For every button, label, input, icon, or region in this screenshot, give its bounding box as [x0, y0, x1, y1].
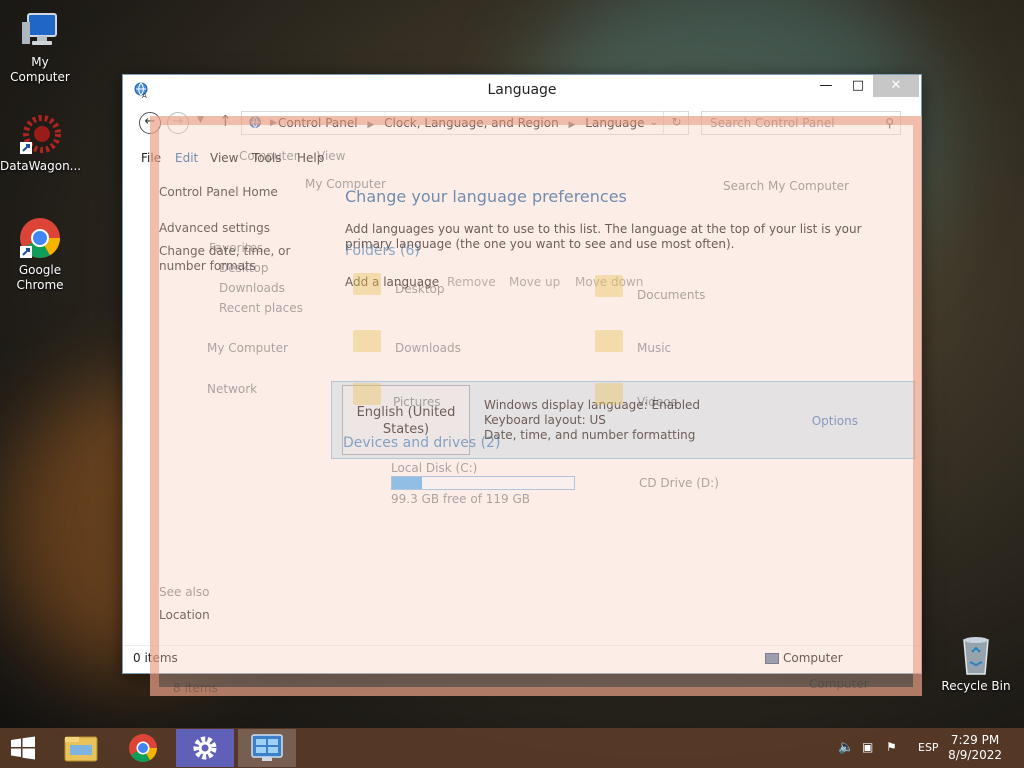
taskbar-settings[interactable] — [176, 729, 234, 767]
computer-icon — [765, 653, 779, 664]
link-advanced-settings[interactable]: Advanced settings — [159, 221, 329, 236]
status-bar: 0 items Computer — [123, 645, 921, 669]
language-name: English (United States) — [342, 385, 470, 455]
taskbar-chrome[interactable] — [114, 729, 172, 767]
menu-edit[interactable]: Edit — [171, 149, 202, 167]
start-button[interactable] — [8, 736, 38, 760]
move-up-button[interactable]: Move up — [509, 275, 560, 289]
back-arrow-icon[interactable]: ← — [139, 112, 161, 134]
status-location: Computer — [765, 651, 843, 665]
menu-view[interactable]: View — [206, 149, 242, 167]
search-icon[interactable]: ⚲ — [885, 112, 894, 134]
control-panel-icon — [251, 734, 283, 761]
window-title: Language — [487, 82, 557, 98]
desktop-icon-label: Google Chrome — [16, 263, 64, 292]
close-button[interactable]: ✕ — [873, 75, 919, 97]
status-item-count: 0 items — [133, 651, 178, 665]
link-change-date-time-formats[interactable]: Change date, time, or number formats — [159, 244, 327, 274]
action-center-flag-icon[interactable]: ⚑ — [886, 740, 897, 754]
remove-button[interactable]: Remove — [447, 275, 496, 289]
breadcrumb-separator-icon: ▶ — [367, 120, 375, 130]
breadcrumb-separator-icon: ▶ — [270, 118, 277, 128]
clock-time: 7:29 PM — [950, 733, 1000, 747]
network-icon[interactable]: ▣ — [862, 740, 873, 754]
main-content: Change your language preferences Add lan… — [331, 187, 915, 459]
search-input[interactable]: Search Control Panel ⚲ — [701, 111, 901, 135]
computer-icon — [18, 8, 62, 52]
recent-locations-chevron-icon[interactable]: ▼ — [197, 115, 204, 125]
refresh-icon[interactable]: ↻ — [663, 111, 689, 135]
menu-file[interactable]: File — [137, 149, 165, 167]
desktop-icon-label: DataWagon... — [0, 159, 82, 173]
desktop-icon-my-computer[interactable]: My Computer — [0, 8, 80, 85]
breadcrumb-language[interactable]: Language — [585, 116, 644, 130]
link-control-panel-home[interactable]: Control Panel Home — [159, 185, 329, 200]
search-placeholder: Search Control Panel — [710, 116, 835, 130]
language-window: A Language — □ ✕ ← → ▼ ↑ ▶ Control Panel… — [122, 74, 922, 674]
see-also-label: See also — [159, 585, 210, 599]
date-time-formatting: Date, time, and number formatting — [484, 428, 696, 442]
options-link[interactable]: Options — [812, 414, 858, 428]
menu-bar: File Edit View Tools Help — [123, 147, 921, 169]
file-explorer-icon — [64, 736, 98, 762]
desktop-icon-label: My Computer — [10, 55, 70, 84]
move-down-button[interactable]: Move down — [575, 275, 643, 289]
datawagon-icon — [18, 112, 62, 156]
volume-muted-icon[interactable]: 🔈 — [838, 740, 854, 755]
display-language-status: Windows display language: Enabled — [484, 398, 701, 412]
desktop-icon-label: Recycle Bin — [941, 679, 1011, 693]
control-panel-icon — [249, 116, 261, 128]
gear-icon — [193, 736, 217, 760]
chrome-icon — [18, 216, 62, 260]
page-heading: Change your language preferences — [345, 187, 627, 206]
up-arrow-icon[interactable]: ↑ — [219, 112, 232, 130]
ghost-status-items: 8 items — [173, 681, 218, 695]
taskbar: 🔈 ▣ ⚑ ESP 7:29 PM 8/9/2022 — [0, 728, 1024, 768]
desktop-icon-google-chrome[interactable]: Google Chrome — [0, 216, 80, 293]
clock-date: 8/9/2022 — [948, 748, 1002, 762]
address-dropdown-chevron-icon[interactable]: ⌄ — [650, 112, 658, 134]
menu-help[interactable]: Help — [293, 149, 328, 167]
windows-logo-icon — [11, 736, 35, 760]
breadcrumb-clock-language-region[interactable]: Clock, Language, and Region — [384, 116, 559, 130]
maximize-button[interactable]: □ — [841, 75, 875, 97]
keyboard-layout: Keyboard layout: US — [484, 413, 606, 427]
left-task-pane: Control Panel Home Advanced settings Cha… — [159, 185, 329, 282]
minimize-button[interactable]: — — [809, 75, 843, 97]
language-list-item[interactable]: English (United States) Windows display … — [331, 381, 915, 459]
desktop-icon-datawagon[interactable]: DataWagon... — [0, 112, 82, 174]
forward-arrow-icon[interactable]: → — [167, 112, 189, 134]
status-computer-label: Computer — [783, 651, 843, 665]
title-bar[interactable]: A Language — □ ✕ — [123, 75, 921, 105]
ghost-status-computer: Computer — [809, 677, 869, 691]
language-actions: Add a language Remove Move up Move down — [345, 275, 915, 293]
breadcrumb-separator-icon: ▶ — [568, 120, 576, 130]
desktop-icon-recycle-bin[interactable]: Recycle Bin — [936, 632, 1016, 694]
page-description: Add languages you want to use to this li… — [345, 222, 862, 251]
link-location[interactable]: Location — [159, 608, 210, 622]
recycle-bin-icon — [954, 632, 998, 676]
input-language-indicator[interactable]: ESP — [918, 741, 939, 754]
language-details: Windows display language: Enabled Keyboa… — [484, 398, 700, 443]
taskbar-control-panel[interactable] — [238, 729, 296, 767]
menu-tools[interactable]: Tools — [248, 149, 286, 167]
system-tray: 🔈 ▣ ⚑ — [836, 728, 916, 768]
address-row: ← → ▼ ↑ ▶ Control Panel ▶ Clock, Languag… — [123, 109, 921, 137]
breadcrumb-control-panel[interactable]: Control Panel — [278, 116, 358, 130]
chrome-icon — [129, 734, 157, 762]
taskbar-clock[interactable]: 7:29 PM 8/9/2022 — [948, 733, 1002, 763]
address-bar[interactable]: ▶ Control Panel ▶ Clock, Language, and R… — [241, 111, 689, 135]
add-language-button[interactable]: Add a language — [345, 275, 439, 289]
taskbar-file-explorer[interactable] — [52, 729, 110, 767]
